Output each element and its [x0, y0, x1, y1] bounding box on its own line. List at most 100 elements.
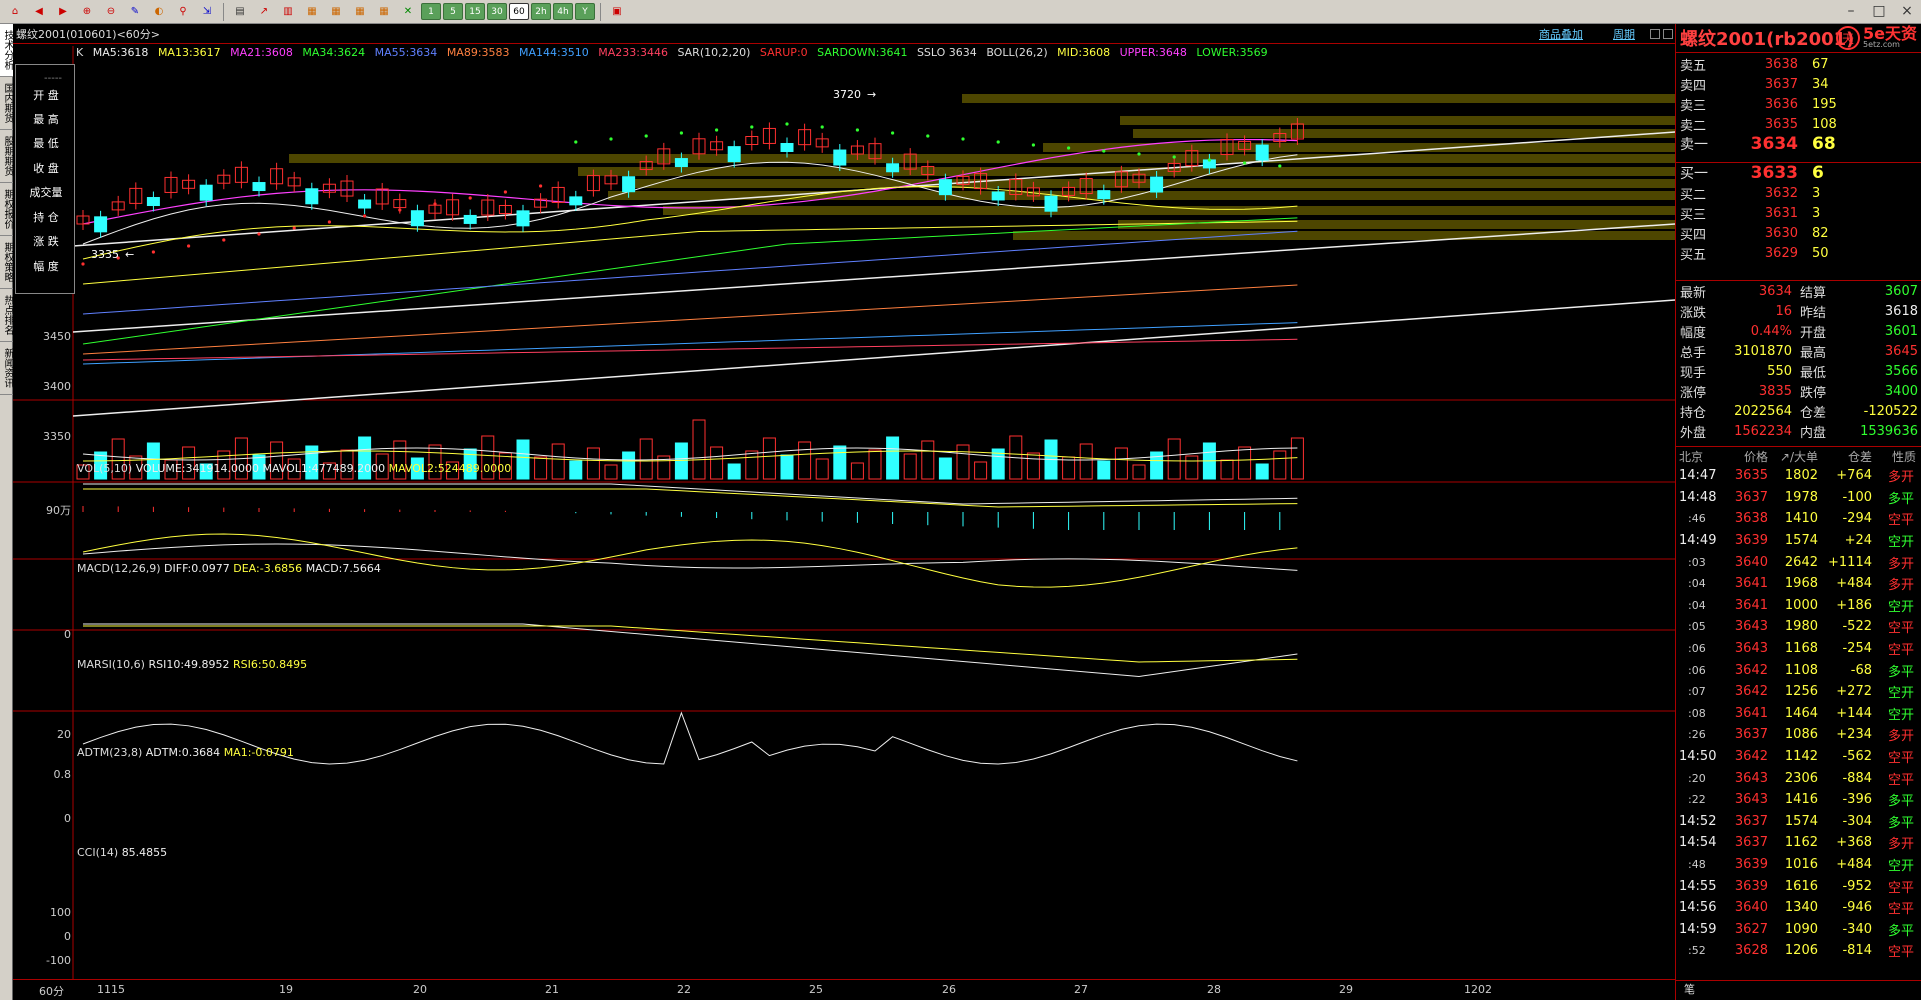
crosshair-icon[interactable]: ✕ [397, 3, 419, 21]
bid-row[interactable]: 买五 3629 50 [1676, 243, 1921, 263]
sidebar-tab-news[interactable]: 新闻资讯 [0, 342, 13, 395]
legend-dash: ----- [44, 73, 63, 84]
tick-tab[interactable]: 笔 [1676, 980, 1921, 1000]
cci-y-label-1: 100 [50, 906, 71, 919]
tick-row[interactable]: :06 3642 1108 -68 多平 [1676, 659, 1921, 681]
period-1-button[interactable]: 1 [421, 3, 441, 20]
volume-bar [1167, 438, 1181, 480]
line-chart-icon[interactable]: ↗ [253, 3, 275, 21]
ask-row[interactable]: 卖四 3637 34 [1676, 74, 1921, 94]
kline-icon[interactable]: ▥ [277, 3, 299, 21]
cci-value: 85.4855 [121, 846, 168, 859]
tick-row[interactable]: 14:56 3640 1340 -946 空平 [1676, 897, 1921, 919]
stat-value: 1562234 [1734, 423, 1792, 439]
period-15-button[interactable]: 15 [465, 3, 485, 20]
sidebar-tab-options-strategy[interactable]: 期权策略 [0, 236, 13, 289]
rsi6-line [82, 533, 1298, 588]
period-year-button[interactable]: Y [575, 3, 595, 20]
tick-oi-change: +234 [1836, 727, 1872, 743]
ma55-line [82, 230, 1298, 315]
brush-icon[interactable]: ⚲ [172, 3, 194, 21]
sar-dot [855, 128, 860, 132]
week-icon[interactable]: ▦ [325, 3, 347, 21]
ask-row[interactable]: 卖二 3635 108 [1676, 114, 1921, 134]
x-date-1: 1115 [97, 983, 125, 996]
ask-row[interactable]: 卖三 3636 195 [1676, 94, 1921, 114]
month-icon[interactable]: ▦ [349, 3, 371, 21]
bid-row[interactable]: 买四 3630 82 [1676, 223, 1921, 243]
sar-dot [961, 137, 965, 141]
tick-time: :06 [1688, 642, 1706, 656]
quarter-icon[interactable]: ▦ [373, 3, 395, 21]
volume-bar [1185, 455, 1199, 480]
tick-nature: 空开 [1887, 599, 1914, 615]
home-icon[interactable]: ⌂ [4, 3, 26, 21]
volume-bar [727, 463, 741, 480]
tick-row[interactable]: :08 3641 1464 +144 空开 [1676, 703, 1921, 725]
tick-row[interactable]: 14:47 3635 1802 +764 多开 [1676, 465, 1921, 487]
ask-row[interactable]: 卖五 3638 67 [1676, 54, 1921, 74]
tick-row[interactable]: :22 3643 1416 -396 多平 [1676, 789, 1921, 811]
day-icon[interactable]: ▦ [301, 3, 323, 21]
tick-row[interactable]: :04 3641 1968 +484 多开 [1676, 573, 1921, 595]
tick-row[interactable]: :26 3637 1086 +234 多开 [1676, 724, 1921, 746]
chart-area[interactable]: 螺纹2001(010601)<60分> 商品叠加 周期 K MA5:3618 M… [13, 24, 1675, 1000]
period-4h-button[interactable]: 4h [553, 3, 573, 20]
period-60-button[interactable]: 60 [509, 3, 529, 20]
tick-time: 14:54 [1679, 835, 1717, 851]
zoom-out-icon[interactable]: ⊖ [100, 3, 122, 21]
bid-row[interactable]: 买一 3633 6 [1676, 163, 1921, 183]
calendar-icon[interactable]: ▣ [606, 3, 628, 21]
bid-row[interactable]: 买二 3632 3 [1676, 183, 1921, 203]
sidebar-tab-technical[interactable]: 技术分析 [0, 24, 13, 77]
tick-nature: 空开 [1887, 707, 1914, 723]
chart-canvas[interactable] [13, 24, 1675, 979]
tick-row[interactable]: :48 3639 1016 +484 空开 [1676, 854, 1921, 876]
maximize-icon[interactable]: □ [1865, 0, 1893, 22]
pen-icon[interactable]: ✎ [124, 3, 146, 21]
palette-icon[interactable]: ◐ [148, 3, 170, 21]
sar-dot [1207, 158, 1211, 162]
period-5-button[interactable]: 5 [443, 3, 463, 20]
period-30-button[interactable]: 30 [487, 3, 507, 20]
tick-row[interactable]: :03 3640 2642 +1114 多开 [1676, 551, 1921, 573]
stat-label: 外盘 [1680, 425, 1707, 441]
tick-row[interactable]: :04 3641 1000 +186 空开 [1676, 595, 1921, 617]
tick-row[interactable]: :06 3643 1168 -254 空平 [1676, 638, 1921, 660]
sidebar-tab-hot-ranking[interactable]: 热点排名 [0, 289, 13, 342]
back-icon[interactable]: ◀ [28, 3, 50, 21]
tick-row[interactable]: :46 3638 1410 -294 空平 [1676, 508, 1921, 530]
stat-value: 3835 [1758, 383, 1792, 399]
tick-row[interactable]: 14:59 3627 1090 -340 多平 [1676, 918, 1921, 940]
tick-row[interactable]: :05 3643 1980 -522 空平 [1676, 616, 1921, 638]
tick-row[interactable]: :20 3643 2306 -884 空平 [1676, 767, 1921, 789]
zoom-in-icon[interactable]: ⊕ [76, 3, 98, 21]
tick-row[interactable]: 14:49 3639 1574 +24 空开 [1676, 530, 1921, 552]
forward-icon[interactable]: ▶ [52, 3, 74, 21]
legend-close: 收 盘 [33, 162, 59, 175]
sidebar-tab-options-quote[interactable]: 期权报价 [0, 183, 13, 236]
tick-row[interactable]: :07 3642 1256 +272 空开 [1676, 681, 1921, 703]
tick-row[interactable]: 14:54 3637 1162 +368 多开 [1676, 832, 1921, 854]
cursor-icon[interactable]: ⇲ [196, 3, 218, 21]
tick-row[interactable]: :52 3628 1206 -814 空平 [1676, 940, 1921, 962]
tick-oi-change: +144 [1836, 705, 1872, 721]
sidebar-tab-stock-futures[interactable]: 股期期货 [0, 130, 13, 183]
table-icon[interactable]: ▤ [229, 3, 251, 21]
close-icon[interactable]: × [1893, 0, 1921, 22]
bid-row[interactable]: 买三 3631 3 [1676, 203, 1921, 223]
tick-row[interactable]: 14:48 3637 1978 -100 多平 [1676, 487, 1921, 509]
period-2h-button[interactable]: 2h [531, 3, 551, 20]
ask-row[interactable]: 卖一 3634 68 [1676, 134, 1921, 154]
tick-oi-change: -562 [1842, 749, 1872, 765]
stat-row: 幅度 0.44% 开盘 3601 [1676, 321, 1921, 341]
sidebar-tab-domestic-futures[interactable]: 国内期货 [0, 77, 13, 130]
ask-price: 3634 [1750, 134, 1798, 154]
minimize-icon[interactable]: – [1837, 0, 1865, 22]
ask-book: 卖五 3638 67 卖四 3637 34 卖三 3636 195 卖二 3635 108 卖一 3634… [1676, 54, 1921, 155]
tick-row[interactable]: 14:55 3639 1616 -952 空平 [1676, 875, 1921, 897]
tick-oi-change: -522 [1842, 619, 1872, 635]
tick-list[interactable]: 北京 价格 ↗/大单 仓差 性质 14:47 3635 1802 +764 多开 14:48 3637… [1676, 446, 1921, 962]
tick-row[interactable]: 14:50 3642 1142 -562 空平 [1676, 746, 1921, 768]
tick-row[interactable]: 14:52 3637 1574 -304 多平 [1676, 811, 1921, 833]
